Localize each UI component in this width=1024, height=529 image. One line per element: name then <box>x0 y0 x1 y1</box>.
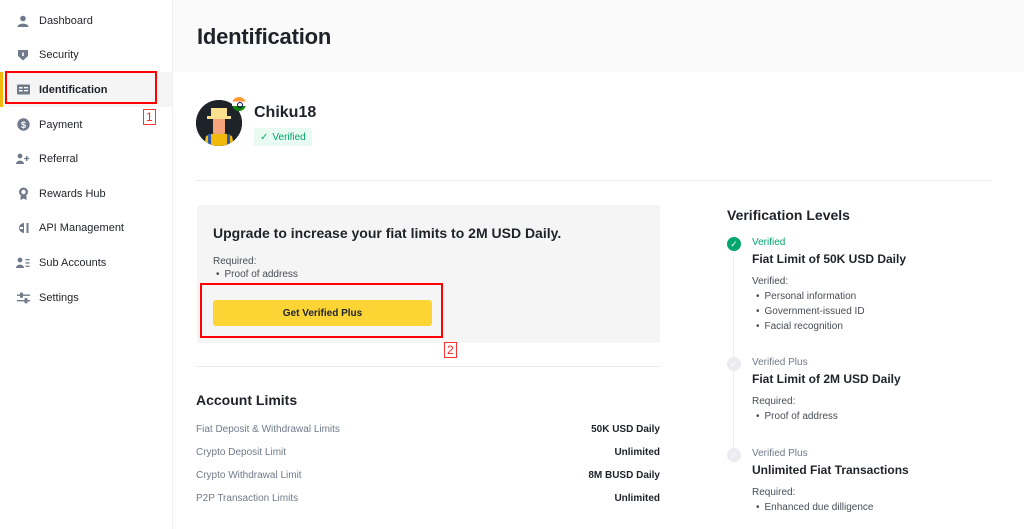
limit-value: 8M BUSD Daily <box>588 470 660 481</box>
sidebar-item-label: Dashboard <box>39 14 93 27</box>
sidebar-item-security[interactable]: Security <box>0 37 172 72</box>
upgrade-title: Upgrade to increase your fiat limits to … <box>213 225 562 241</box>
check-circle-icon: ✓ <box>727 448 741 462</box>
level-req-item: Personal information <box>752 289 865 304</box>
annotation-box-2 <box>200 283 443 338</box>
svg-text:$: $ <box>20 120 25 130</box>
sidebar-item-label: Payment <box>39 118 83 131</box>
sidebar-item-settings[interactable]: Settings <box>0 280 172 315</box>
app: Dashboard Security Identification $ Paym… <box>0 0 1024 529</box>
medal-icon <box>16 187 30 201</box>
limit-label: Crypto Deposit Limit <box>196 447 287 458</box>
account-limits: Account Limits Fiat Deposit & Withdrawal… <box>196 392 660 510</box>
level-title: Unlimited Fiat Transactions <box>752 463 909 477</box>
level-status: Verified Plus <box>752 448 808 459</box>
limit-row: P2P Transaction Limits Unlimited <box>196 487 660 510</box>
requirement-item: Proof of address <box>213 268 298 281</box>
level-requirements: Verified: Personal information Governmen… <box>752 274 865 334</box>
required-label: Required: <box>213 256 257 267</box>
api-icon <box>16 221 30 235</box>
level-status: Verified Plus <box>752 357 808 368</box>
divider <box>196 180 992 181</box>
limit-row: Crypto Withdrawal Limit 8M BUSD Daily <box>196 464 660 487</box>
level-req-item: Enhanced due dilligence <box>752 500 874 515</box>
timeline-line <box>733 377 734 447</box>
level-req-item: Government-issued ID <box>752 304 865 319</box>
level-req-label: Required: <box>752 487 796 498</box>
level-req-item: Proof of address <box>752 409 838 424</box>
level-req-label: Required: <box>752 396 796 407</box>
sidebar-item-sub-accounts[interactable]: Sub Accounts <box>0 245 172 280</box>
check-circle-icon: ✓ <box>727 357 741 371</box>
page-title: Identification <box>197 24 332 49</box>
annotation-box-1 <box>5 71 157 104</box>
level-req-item: Facial recognition <box>752 319 865 334</box>
check-icon: ✓ <box>260 131 269 143</box>
verification-levels: Verification Levels ✓ Verified Fiat Limi… <box>727 207 997 513</box>
level-title: Fiat Limit of 50K USD Daily <box>752 252 907 266</box>
limit-label: P2P Transaction Limits <box>196 493 299 504</box>
sidebar-item-rewards-hub[interactable]: Rewards Hub <box>0 176 172 211</box>
sidebar-item-label: Security <box>39 48 79 61</box>
upgrade-requirements: Required: Proof of address <box>213 255 298 281</box>
sidebar-item-api-management[interactable]: API Management <box>0 210 172 245</box>
dollar-icon: $ <box>16 118 30 132</box>
level-requirements: Required: Enhanced due dilligence <box>752 485 874 515</box>
limit-row: Fiat Deposit & Withdrawal Limits 50K USD… <box>196 418 660 441</box>
annotation-label-1: 1 <box>143 109 156 125</box>
level-requirements: Required: Proof of address <box>752 394 838 424</box>
limit-value: Unlimited <box>614 447 660 458</box>
level-title: Fiat Limit of 2M USD Daily <box>752 372 901 386</box>
add-user-icon <box>16 152 30 166</box>
level-req-label: Verified: <box>752 276 789 287</box>
sidebar-item-label: Settings <box>39 291 79 304</box>
sidebar-item-label: Referral <box>39 152 79 165</box>
sliders-icon <box>16 291 30 305</box>
level-status: Verified <box>752 237 786 248</box>
verified-badge: ✓ Verified <box>254 128 312 146</box>
limit-value: Unlimited <box>614 493 660 504</box>
account-limits-title: Account Limits <box>196 392 298 408</box>
sidebar-item-label: API Management <box>39 221 124 234</box>
sidebar-item-dashboard[interactable]: Dashboard <box>0 3 172 38</box>
shield-icon <box>16 48 30 62</box>
divider <box>196 366 660 367</box>
page-header: Identification <box>173 0 1024 72</box>
verification-levels-title: Verification Levels <box>727 207 850 223</box>
india-flag-icon <box>232 97 246 111</box>
limit-label: Fiat Deposit & Withdrawal Limits <box>196 424 340 435</box>
sub-accounts-icon <box>16 256 30 270</box>
limit-label: Crypto Withdrawal Limit <box>196 470 302 481</box>
limit-value: 50K USD Daily <box>591 424 660 435</box>
annotation-label-2: 2 <box>444 342 457 358</box>
limit-row: Crypto Deposit Limit Unlimited <box>196 441 660 464</box>
user-icon <box>16 14 30 28</box>
sidebar-item-label: Sub Accounts <box>39 256 107 269</box>
sidebar-item-label: Rewards Hub <box>39 187 106 200</box>
sidebar-item-referral[interactable]: Referral <box>0 141 172 176</box>
check-circle-icon: ✓ <box>727 237 741 251</box>
username: Chiku18 <box>254 104 317 121</box>
verified-badge-label: Verified <box>272 131 306 143</box>
